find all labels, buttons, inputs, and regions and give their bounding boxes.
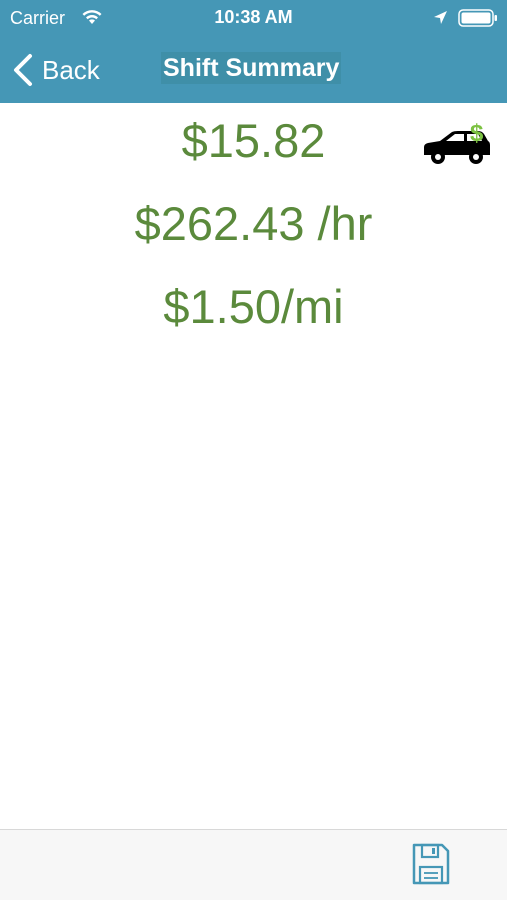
save-icon[interactable] xyxy=(412,843,450,885)
shift-summary-content: $15.82 $262.43 /hr $1.50/mi $ xyxy=(0,103,507,829)
header: Carrier 10:38 AM Back Shift Summary xyxy=(0,0,507,103)
svg-text:$: $ xyxy=(470,120,484,147)
status-time: 10:38 AM xyxy=(214,7,293,27)
navigation-bar: Back Shift Summary xyxy=(0,36,507,103)
bottom-toolbar xyxy=(0,829,507,900)
back-button[interactable]: Back xyxy=(12,50,100,90)
earnings-per-mile: $1.50/mi xyxy=(163,280,344,333)
back-label: Back xyxy=(42,54,100,85)
earnings-per-hour: $262.43 /hr xyxy=(134,197,373,250)
location-icon xyxy=(434,11,447,24)
battery-icon xyxy=(458,9,497,27)
status-bar: Carrier 10:38 AM xyxy=(0,0,507,36)
chevron-left-icon xyxy=(14,54,32,86)
car-dollar-icon: $ xyxy=(424,120,490,164)
page-title: Shift Summary xyxy=(161,52,342,84)
